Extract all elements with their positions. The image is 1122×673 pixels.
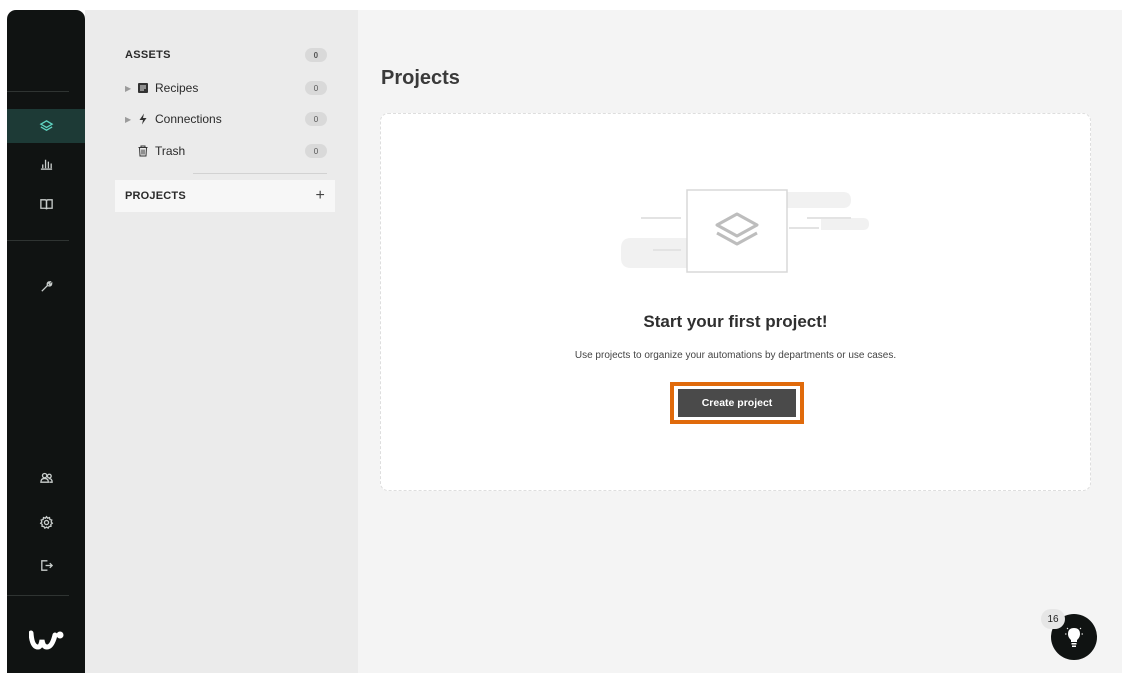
page-title: Projects	[381, 67, 460, 89]
nav-tools[interactable]	[7, 269, 85, 303]
lightning-icon	[137, 113, 155, 125]
sidebar-item-recipes[interactable]: ▶ Recipes 0	[125, 77, 327, 99]
assets-count: 0	[305, 48, 327, 62]
item-count: 0	[305, 112, 327, 126]
assets-header: ASSETS 0	[125, 46, 327, 64]
expand-caret-icon[interactable]: ▶	[125, 84, 137, 93]
gear-icon	[39, 515, 53, 529]
app-frame: ASSETS 0 ▶ Recipes 0 ▶ Connections 0 Tra…	[7, 10, 1122, 673]
rail-divider	[7, 240, 69, 241]
rail-divider	[7, 91, 69, 92]
sidebar-item-label: Connections	[155, 112, 222, 126]
nav-assets[interactable]	[7, 109, 85, 143]
projects-label: PROJECTS	[125, 190, 186, 202]
logout-icon	[40, 559, 53, 571]
add-project-icon[interactable]: +	[315, 187, 325, 205]
expand-caret-icon[interactable]: ▶	[125, 115, 137, 124]
bar-chart-icon	[40, 159, 52, 170]
recipe-icon	[137, 82, 155, 94]
projects-illustration-icon	[621, 189, 869, 273]
workato-logo-icon[interactable]	[29, 629, 65, 651]
nav-docs[interactable]	[7, 187, 85, 221]
nav-logout[interactable]	[7, 548, 85, 582]
sidebar-item-label: Recipes	[155, 81, 199, 95]
nav-rail	[7, 10, 85, 673]
users-icon	[39, 472, 53, 483]
create-project-highlight: Create project	[670, 382, 804, 424]
nav-settings[interactable]	[7, 505, 85, 539]
item-count: 0	[305, 81, 327, 95]
rail-divider	[7, 595, 69, 596]
layers-icon	[39, 119, 53, 131]
sidebar-divider	[193, 173, 327, 174]
item-count: 0	[305, 144, 327, 158]
sidebar-item-label: Trash	[155, 144, 186, 158]
lightbulb-icon	[1065, 627, 1083, 647]
trash-icon	[137, 145, 155, 157]
main-content: Projects Start your first project! Use p…	[358, 10, 1122, 673]
empty-state-subtitle: Use projects to organize your automation…	[574, 350, 897, 361]
sidebar-item-connections[interactable]: ▶ Connections 0	[125, 108, 327, 130]
empty-state-title: Start your first project!	[643, 312, 828, 331]
wrench-icon	[40, 280, 52, 292]
empty-state-card: Start your first project! Use projects t…	[380, 113, 1091, 491]
assets-header-label: ASSETS	[125, 49, 171, 61]
projects-section[interactable]: PROJECTS +	[115, 180, 335, 212]
nav-members[interactable]	[7, 460, 85, 494]
tips-button[interactable]: 16	[1041, 609, 1097, 660]
tips-count-badge: 16	[1041, 609, 1065, 629]
sidebar-item-trash[interactable]: Trash 0	[125, 140, 327, 162]
create-project-button[interactable]: Create project	[678, 389, 796, 417]
nav-dashboard[interactable]	[7, 146, 85, 180]
book-icon	[39, 198, 53, 209]
assets-sidebar: ASSETS 0 ▶ Recipes 0 ▶ Connections 0 Tra…	[85, 10, 358, 673]
